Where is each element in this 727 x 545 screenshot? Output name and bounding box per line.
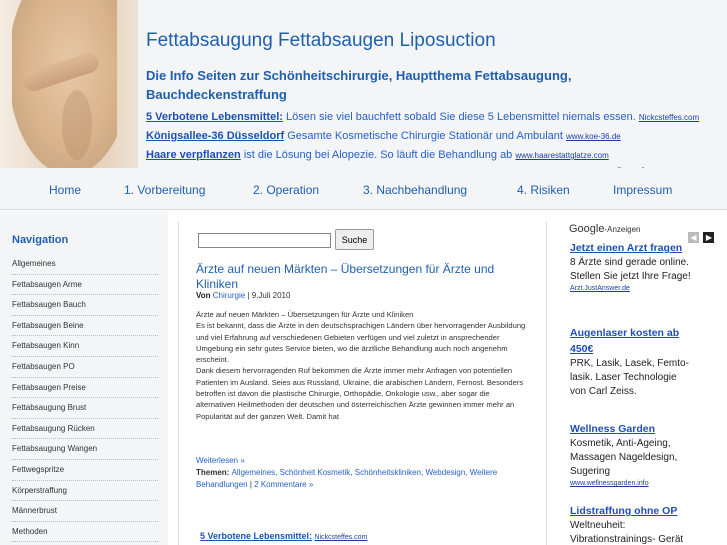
sidebar-item[interactable]: Fettabsaugen Kinn: [12, 336, 158, 357]
sidebar: Navigation Allgemeines Fettabsaugen Arme…: [0, 211, 168, 545]
nav-nachbehandlung[interactable]: 3. Nachbehandlung: [363, 183, 467, 197]
meta-prefix: Von: [196, 291, 213, 300]
tags-label: Themen:: [196, 468, 232, 477]
sidebar-ad[interactable]: Jetzt einen Arzt fragen 8 Ärzte sind ger…: [570, 240, 695, 293]
arrow-right-icon[interactable]: ▶: [703, 232, 715, 243]
sidebar-item[interactable]: Fettabsaugung Wangen: [12, 439, 158, 460]
ad-title[interactable]: Königsallee-36 Düsseldorf: [146, 130, 284, 142]
sidebar-item[interactable]: Fettabsaugung Rücken: [12, 419, 158, 440]
ad-url[interactable]: Nickcsteffes.com: [315, 534, 368, 541]
sidebar-heading: Navigation: [12, 234, 69, 246]
post-body: Ärzte auf neuen Märkten – Übersetzungen …: [196, 309, 526, 422]
ads-label: -Anzeigen: [604, 225, 641, 234]
header-ad[interactable]: Haare verpflanzen ist die Lösung bei Alo…: [146, 149, 609, 161]
ad-text: 8 Ärzte sind gerade online. Stellen Sie …: [570, 257, 691, 282]
comments-link[interactable]: 2 Kommentare »: [254, 480, 313, 489]
sidebar-item[interactable]: Körperstraffung: [12, 481, 158, 502]
ad-text: Lösen sie viel bauchfett sobald Sie dies…: [282, 111, 636, 123]
google-ads-label[interactable]: Google-Anzeigen: [569, 223, 641, 235]
ad-url[interactable]: www.koe-36.de: [566, 132, 621, 141]
ad-title[interactable]: Jetzt einen Arzt fragen: [570, 240, 695, 256]
sidebar-item[interactable]: Methoden: [12, 522, 158, 543]
post-paragraph: Ärzte auf neuen Märkten – Übersetzungen …: [196, 310, 414, 319]
header: Fettabsaugung Fettabsaugen Liposuction D…: [0, 0, 727, 168]
header-ad[interactable]: Königsallee-36 Düsseldorf Gesamte Kosmet…: [146, 130, 621, 142]
sidebar-list: Allgemeines Fettabsaugen Arme Fettabsaug…: [12, 254, 158, 543]
ad-url[interactable]: Arzt.JustAnswer.de: [570, 284, 695, 293]
nav-operation[interactable]: 2. Operation: [253, 183, 319, 197]
post-title[interactable]: Ärzte auf neuen Märkten – Übersetzungen …: [196, 262, 526, 292]
ad-title[interactable]: Lidstraffung ohne OP: [570, 503, 695, 519]
nav-home[interactable]: Home: [49, 183, 81, 197]
nav-vorbereitung[interactable]: 1. Vorbereitung: [124, 183, 205, 197]
sidebar-ad[interactable]: Wellness Garden Kosmetik, Anti-Ageing, M…: [570, 421, 695, 488]
search-input[interactable]: [198, 233, 331, 248]
column-divider: [178, 222, 179, 545]
sidebar-ad[interactable]: Augenlaser kosten ab 450€ PRK, Lasik, La…: [570, 325, 695, 399]
post-meta: Von Chirurgie | 9.Juli 2010: [196, 291, 290, 300]
ad-text: PRK, Lasik, Lasek, Femto-lasik. Laser Te…: [570, 358, 689, 397]
ad-text: ist die Lösung bei Alopezie. So läuft di…: [240, 149, 513, 161]
ad-title[interactable]: Wellness Garden: [570, 421, 695, 437]
hero-image: [0, 0, 138, 168]
sidebar-ad[interactable]: Lidstraffung ohne OP Weltneuheit: Vibrat…: [570, 503, 695, 545]
sidebar-item[interactable]: Fettabsaugen PO: [12, 357, 158, 378]
ad-url[interactable]: www.haarestattglatze.com: [515, 151, 608, 160]
post-paragraph: Dank diesem hervorragenden Ruf bekommen …: [196, 366, 524, 421]
ad-title[interactable]: Haare verpflanzen: [146, 149, 241, 161]
sidebar-item[interactable]: Fettabsaugen Preise: [12, 378, 158, 399]
ad-url[interactable]: Nickcsteffes.com: [639, 113, 699, 122]
main-navigation: Home 1. Vorbereitung 2. Operation 3. Nac…: [0, 168, 727, 210]
post-tags: Themen: Allgemeines, Schönheit Kosmetik,…: [196, 468, 498, 489]
post-date: | 9.Juli 2010: [245, 291, 291, 300]
site-description: Die Info Seiten zur Schönheitschirurgie,…: [146, 68, 572, 102]
post-paragraph: Es ist bekannt, dass die Ärzte in den de…: [196, 321, 526, 365]
ad-title[interactable]: Augenlaser kosten ab 450€: [570, 325, 695, 357]
post-author[interactable]: Chirurgie: [213, 291, 245, 300]
ad-title[interactable]: 5 Verbotene Lebensmittel:: [200, 531, 312, 541]
ad-text: Weltneuheit: Vibrationstrainings- Gerät: [570, 520, 684, 545]
nav-impressum[interactable]: Impressum: [613, 183, 672, 197]
sidebar-item[interactable]: Männerbrust: [12, 501, 158, 522]
google-logo: Google: [569, 223, 605, 235]
sidebar-item[interactable]: Fettabsaugen Bauch: [12, 295, 158, 316]
sidebar-item[interactable]: Allgemeines: [12, 254, 158, 275]
read-more-link[interactable]: Weiterlesen »: [196, 456, 245, 465]
search-button[interactable]: Suche: [335, 229, 374, 250]
header-ad[interactable]: 5 Verbotene Lebensmittel: Lösen sie viel…: [146, 111, 699, 123]
ad-title[interactable]: 5 Verbotene Lebensmittel:: [146, 111, 283, 123]
tags-links[interactable]: Allgemeines, Schönheit Kosmetik, Schönhe…: [196, 468, 497, 489]
bottom-ad[interactable]: 5 Verbotene Lebensmittel: Nickcsteffes.c…: [200, 531, 367, 541]
sidebar-item[interactable]: Fettabsaugen Beine: [12, 316, 158, 337]
site-title[interactable]: Fettabsaugung Fettabsaugen Liposuction: [146, 30, 496, 52]
ad-text: Kosmetik, Anti-Ageing, Massagen Nageldes…: [570, 438, 678, 477]
sidebar-item[interactable]: Fettabsaugen Arme: [12, 275, 158, 296]
ad-text: Gesamte Kosmetische Chirurgie Stationär …: [284, 130, 563, 142]
sidebar-item[interactable]: Fettabsaugung Brust: [12, 398, 158, 419]
sidebar-item[interactable]: Fettwegspritze: [12, 460, 158, 481]
ad-url[interactable]: www.wellnessgarden.info: [570, 479, 695, 488]
column-divider: [546, 222, 547, 545]
nav-risiken[interactable]: 4. Risiken: [517, 183, 570, 197]
